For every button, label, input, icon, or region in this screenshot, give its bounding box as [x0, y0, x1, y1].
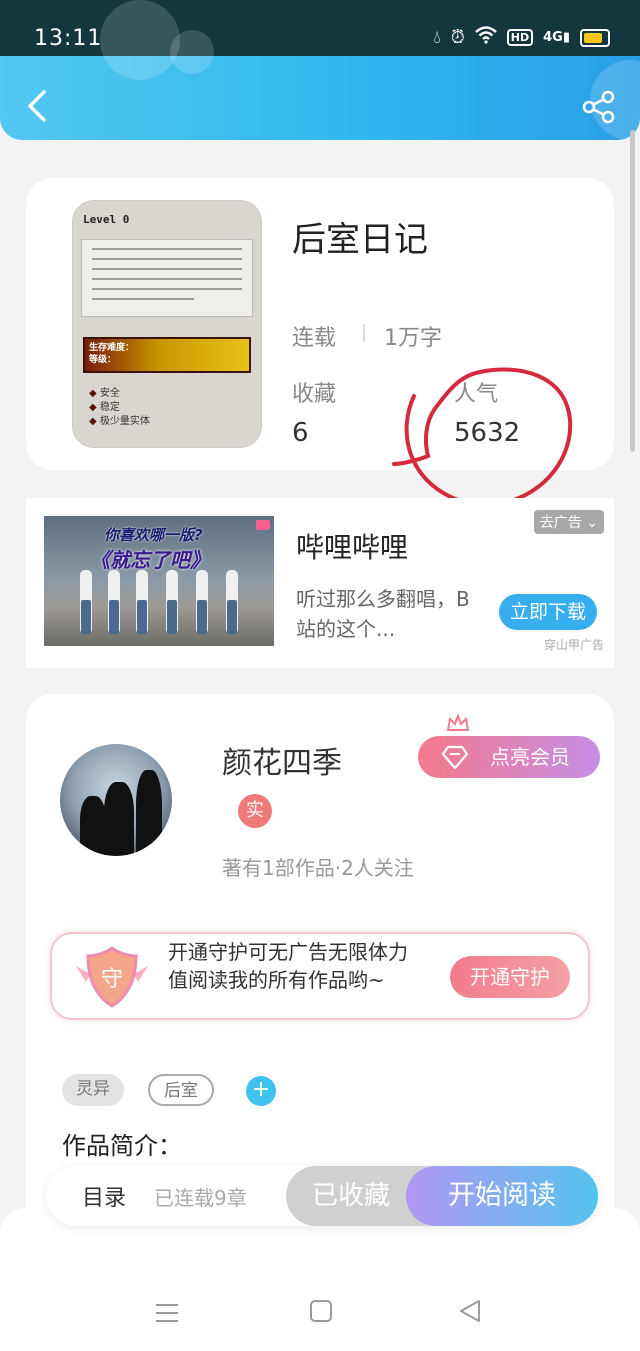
- add-tag-button[interactable]: +: [246, 1076, 276, 1106]
- guard-description: 开通守护可无广告无限体力值阅读我的所有作品哟~: [168, 940, 408, 992]
- back-triangle-icon[interactable]: [458, 1298, 482, 1324]
- dancer-figure: [166, 570, 178, 634]
- ad-source-label: 穿山甲广告: [543, 638, 604, 652]
- back-button[interactable]: [22, 88, 52, 124]
- alarm-icon: ⏰︎: [450, 27, 465, 48]
- book-cover[interactable]: Level 0 生存难度：等级： 安全 稳定 极少量实体: [72, 200, 262, 448]
- ad-title: 哔哩哔哩: [296, 531, 409, 564]
- author-name[interactable]: 颜花四季: [222, 738, 342, 782]
- vip-button[interactable]: 点亮会员: [418, 736, 600, 778]
- wifi-icon: [474, 26, 497, 49]
- dancer-figure: [80, 570, 92, 634]
- svg-text:守: 守: [101, 967, 123, 992]
- dancer-figure: [136, 570, 148, 634]
- cover-level-text: Level 0: [83, 213, 130, 226]
- catalog-button[interactable]: 目录: [82, 1180, 126, 1212]
- book-title: 后室日记: [292, 220, 428, 260]
- battery-icon: [580, 28, 610, 47]
- chevron-down-icon: ⌄: [586, 515, 598, 531]
- dancer-figure: [226, 570, 238, 634]
- cover-feature: 极少量实体: [89, 415, 150, 429]
- red-circle-annotation: [392, 367, 573, 507]
- dancer-figure: [108, 570, 120, 634]
- status-icons: 💧︎ ⏰︎ HD 4G▮: [434, 26, 610, 49]
- dancer-figure: [196, 570, 208, 634]
- bilibili-logo-icon: [256, 520, 270, 530]
- verified-badge: 实: [238, 794, 272, 828]
- cover-feature: 稳定: [89, 401, 150, 415]
- ad-image-caption: 你喜欢哪一版?: [104, 526, 203, 544]
- book-word-count: 1万字: [384, 326, 442, 351]
- decor-bubble: [100, 0, 180, 80]
- ad-image-caption: 《就忘了吧》: [90, 548, 210, 572]
- cover-feature-list: 安全 稳定 极少量实体: [89, 387, 150, 429]
- diamond-icon: [442, 745, 468, 770]
- favorites-label: 收藏: [292, 382, 337, 407]
- menu-icon[interactable]: [156, 1304, 178, 1328]
- data-saver-icon: 💧︎: [433, 27, 441, 48]
- chapter-count: 已连载9章: [154, 1186, 247, 1210]
- system-nav-bar: [0, 1208, 640, 1351]
- tag-backrooms[interactable]: 后室: [148, 1074, 214, 1106]
- scrollbar[interactable]: [630, 130, 635, 452]
- open-guard-button[interactable]: 开通守护: [450, 956, 570, 998]
- home-icon[interactable]: [310, 1300, 332, 1322]
- book-status: 连载: [292, 326, 337, 351]
- signal-icon: 4G▮: [543, 30, 570, 45]
- cover-feature: 安全: [89, 387, 150, 401]
- status-time: 13:11: [34, 26, 103, 51]
- favorites-value: 6: [292, 418, 309, 448]
- decor-bubble: [170, 30, 214, 74]
- cover-difficulty-bar: 生存难度： 等级：: [83, 337, 251, 373]
- ad-banner[interactable]: 你喜欢哪一版? 《就忘了吧》 哔哩哔哩 听过那么多翻唱，B站的这个... 去广告…: [26, 498, 614, 668]
- share-button[interactable]: [582, 90, 616, 124]
- author-meta: 著有1部作品·2人关注: [222, 856, 414, 880]
- cover-paper: [81, 239, 253, 317]
- remove-ad-button[interactable]: 去广告 ⌄: [533, 510, 604, 534]
- tag-supernatural[interactable]: 灵异: [62, 1074, 124, 1106]
- guard-shield-icon: 守: [76, 946, 148, 1008]
- bottom-action-bar: 目录 已连载9章 已收藏 开始阅读: [46, 1166, 598, 1226]
- avatar[interactable]: [60, 744, 172, 856]
- hd-icon: HD: [506, 29, 534, 46]
- ad-description: 听过那么多翻唱，B站的这个...: [296, 587, 470, 641]
- header: 13:11 💧︎ ⏰︎ HD 4G▮: [0, 0, 640, 140]
- ad-image[interactable]: 你喜欢哪一版? 《就忘了吧》: [44, 516, 274, 646]
- divider: [363, 324, 365, 342]
- start-reading-button[interactable]: 开始阅读: [406, 1166, 598, 1226]
- intro-title: 作品简介：: [62, 1132, 182, 1160]
- crown-icon: [446, 714, 470, 731]
- ad-download-button[interactable]: 立即下载: [499, 594, 597, 630]
- guard-banner[interactable]: 守 开通守护可无广告无限体力值阅读我的所有作品哟~ 开通守护: [50, 932, 590, 1020]
